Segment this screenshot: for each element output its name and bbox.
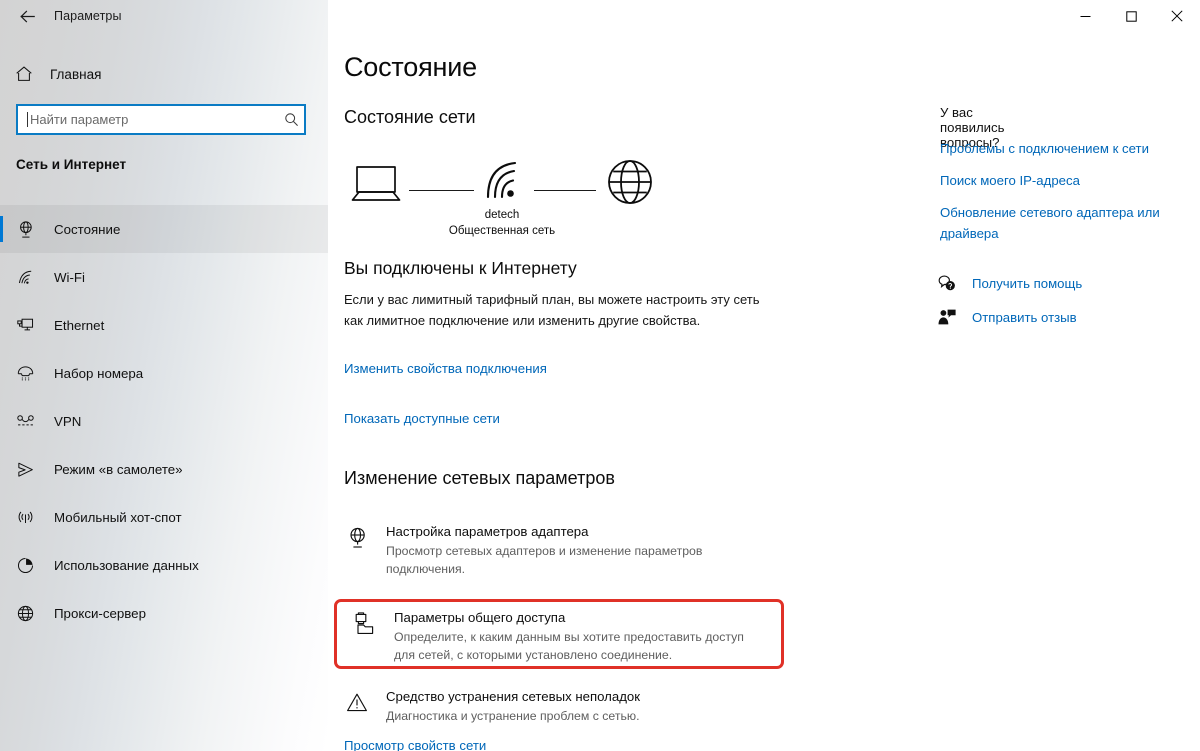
help-panel: У вас появились вопросы? Проблемы с подк… [328,0,1160,751]
get-help-icon [936,272,958,294]
help-action-label: Отправить отзыв [972,309,1077,325]
send-feedback-action[interactable]: Отправить отзыв [936,306,1186,328]
sidebar-item-proxy[interactable]: Прокси-сервер [0,589,328,637]
data-usage-icon [14,554,36,576]
help-links-list: Проблемы с подключением к сети Поиск мое… [940,138,1190,255]
search-icon[interactable] [278,106,304,133]
help-action-label: Получить помощь [972,275,1083,291]
search-input[interactable] [28,106,278,133]
sidebar-item-dialup[interactable]: Набор номера [0,349,328,397]
sidebar-item-home[interactable]: Главная [0,58,328,90]
minimize-button[interactable] [1062,0,1108,32]
sidebar-nav: Состояние Wi-Fi Ethernet Набор номера VP… [0,205,328,637]
app-title: Параметры [54,9,122,23]
home-icon [14,64,34,84]
title-bar-left: Параметры [0,0,122,32]
sidebar-item-wifi[interactable]: Wi-Fi [0,253,328,301]
main-content: Состояние Состояние сети detech Обществе… [328,0,1200,751]
close-button[interactable] [1154,0,1200,32]
window-controls [1062,0,1200,32]
sidebar-item-label: VPN [54,413,82,429]
globe-icon [604,156,656,213]
proxy-icon [14,602,36,624]
search-box[interactable] [16,104,306,135]
sidebar-home-label: Главная [50,66,102,82]
help-link[interactable]: Обновление сетевого адаптера или драйвер… [940,202,1190,244]
back-arrow-icon[interactable] [14,3,40,29]
dialup-icon [14,362,36,384]
sidebar-item-label: Ethernet [54,317,105,333]
network-status-icon [14,218,36,240]
sidebar-item-airplane[interactable]: Режим «в самолете» [0,445,328,493]
sidebar-item-label: Прокси-сервер [54,605,146,621]
wifi-icon [14,266,36,288]
ethernet-icon [14,314,36,336]
title-bar: Параметры [0,0,1200,32]
help-link[interactable]: Поиск моего IP-адреса [940,170,1190,191]
sidebar-item-data-usage[interactable]: Использование данных [0,541,328,589]
settings-window: Параметры Главная Найти параметр Сеть и … [0,0,1200,751]
help-actions-list: Получить помощь Отправить отзыв [936,272,1186,340]
airplane-icon [14,458,36,480]
sidebar-group-title: Сеть и Интернет [16,157,127,172]
sidebar-item-ethernet[interactable]: Ethernet [0,301,328,349]
sidebar: Главная Сеть и Интернет [0,0,328,751]
sidebar-item-status[interactable]: Состояние [0,205,328,253]
sidebar-item-hotspot[interactable]: Мобильный хот-спот [0,493,328,541]
sidebar-item-label: Использование данных [54,557,199,573]
send-feedback-icon [936,306,958,328]
sidebar-item-label: Состояние [54,221,121,237]
hotspot-icon [14,506,36,528]
sidebar-item-label: Wi-Fi [54,269,86,285]
get-help-action[interactable]: Получить помощь [936,272,1186,294]
help-link[interactable]: Проблемы с подключением к сети [940,138,1190,159]
sidebar-item-vpn[interactable]: VPN [0,397,328,445]
vpn-icon [14,410,36,432]
sidebar-item-label: Набор номера [54,365,144,381]
sidebar-item-label: Мобильный хот-спот [54,509,182,525]
sidebar-item-label: Режим «в самолете» [54,461,183,477]
maximize-button[interactable] [1108,0,1154,32]
